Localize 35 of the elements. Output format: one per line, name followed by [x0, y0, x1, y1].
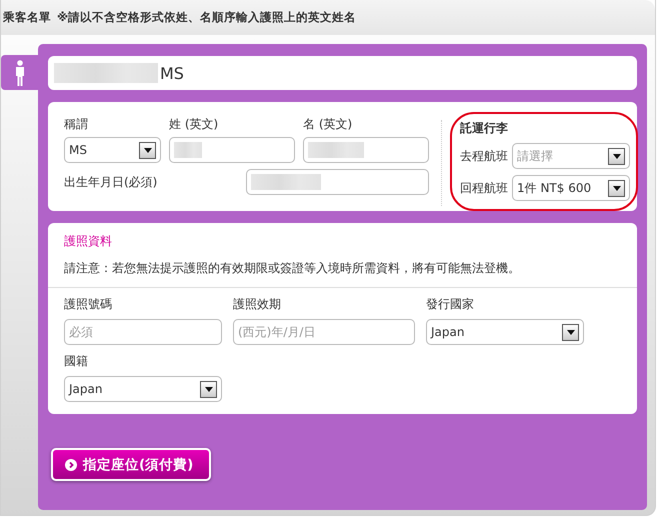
field-label: 姓 (英文) — [169, 116, 220, 133]
instruction-note: ※請以不含空格形式依姓、名順序輸入護照上的英文姓名 — [57, 10, 356, 25]
field-label: 稱謂 — [64, 116, 89, 133]
select-field[interactable]: MS — [64, 137, 161, 163]
caret-icon — [200, 380, 217, 398]
caret-icon — [562, 324, 579, 340]
select-field[interactable]: 1件 NT$ 600 — [512, 175, 630, 201]
input-field[interactable] — [303, 137, 429, 163]
caret-icon — [608, 180, 625, 196]
passenger-tab[interactable] — [1, 55, 38, 90]
select-field[interactable]: Japan — [64, 376, 222, 402]
redacted-block — [308, 142, 364, 158]
chevron-circle-icon — [65, 458, 77, 470]
caret-icon — [139, 142, 156, 158]
input-field[interactable] — [169, 137, 295, 163]
field-label: 出生年月日(必須) — [64, 174, 158, 190]
caret-icon — [608, 148, 625, 164]
field-label: 護照號碼 — [64, 296, 113, 313]
redacted-block — [174, 142, 202, 158]
passport-section-title: 護照資料 — [64, 233, 113, 250]
person-icon — [14, 60, 24, 86]
select-seat-button[interactable]: 指定座位(須付費) — [51, 448, 211, 481]
field-label: 去程航班 — [460, 148, 508, 164]
passport-notice: 請注意：若您無法提示護照的有效期限或簽證等入境時所需資料，將有可能無法登機。 — [64, 260, 521, 277]
field-label: 回程航班 — [460, 180, 508, 196]
passenger-name: MS — [160, 64, 184, 82]
field-label: 護照效期 — [233, 296, 282, 313]
field-label: 名 (英文) — [303, 116, 354, 133]
field-label: 發行國家 — [426, 296, 475, 313]
redacted-block — [251, 174, 321, 190]
field-label: 國籍 — [64, 353, 89, 370]
section-title: 乘客名單 — [3, 10, 51, 25]
input-field[interactable] — [246, 169, 429, 195]
select-field[interactable]: Japan — [426, 319, 584, 345]
baggage-title: 託運行李 — [460, 120, 509, 137]
